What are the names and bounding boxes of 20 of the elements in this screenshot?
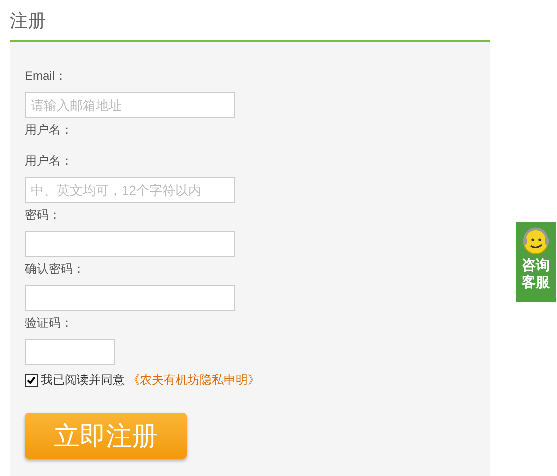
input-field[interactable]: [25, 231, 235, 257]
privacy-link[interactable]: 《农夫有机坊隐私申明》: [128, 371, 260, 389]
field-label: 用户名：: [25, 153, 73, 169]
agree-checkbox[interactable]: [25, 374, 38, 386]
smiley-headset-icon: [520, 225, 552, 257]
field-label: 密码：: [25, 207, 61, 223]
input-field[interactable]: 中、英文均可，12个字符以内: [25, 177, 235, 203]
customer-service-widget[interactable]: 咨询 客服: [516, 222, 556, 302]
field-label: 用户名：: [25, 122, 73, 138]
page-title: 注册: [10, 10, 47, 33]
widget-label: 咨询: [522, 257, 550, 274]
field-label: 确认密码：: [25, 261, 85, 277]
input-field[interactable]: [25, 285, 235, 311]
input-field[interactable]: [25, 339, 115, 365]
widget-label: 客服: [522, 274, 550, 291]
field-label: Email：: [25, 68, 68, 84]
agreement-text: 我已阅读并同意: [41, 372, 125, 389]
register-button[interactable]: 立即注册: [25, 413, 187, 459]
field-label: 验证码：: [25, 315, 73, 331]
input-field[interactable]: 请输入邮箱地址: [25, 92, 235, 118]
